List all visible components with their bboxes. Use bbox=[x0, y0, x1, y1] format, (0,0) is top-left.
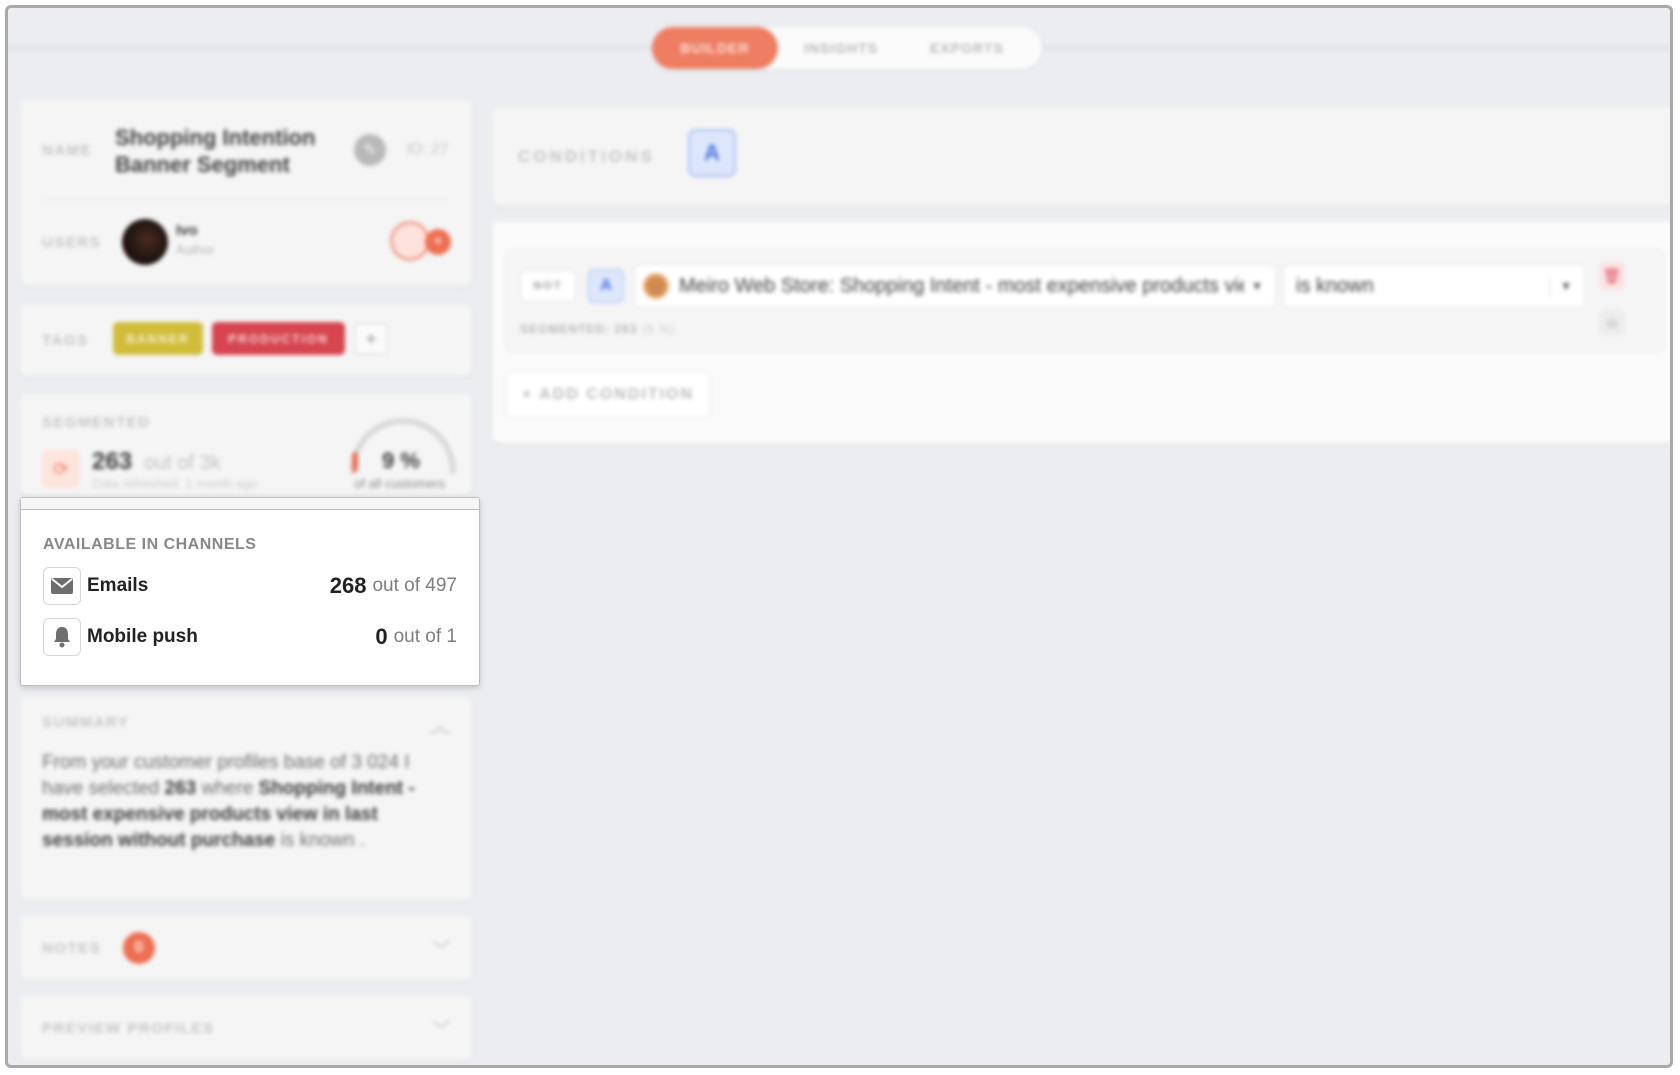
bell-icon bbox=[43, 618, 81, 656]
channel-row-emails: Emails 268 out of 497 bbox=[43, 566, 457, 606]
summary-label: SUMMARY bbox=[42, 714, 130, 731]
view-tabs: BUILDER INSIGHTS EXPORTS bbox=[652, 27, 1042, 69]
summary-count: 263 bbox=[164, 778, 197, 799]
tag-production[interactable]: PRODUCTION bbox=[212, 322, 345, 355]
select-separator bbox=[1549, 275, 1550, 299]
segment-name: Shopping Intention Banner Segment bbox=[115, 125, 316, 177]
condition-segmented-info: SEGMENTED: 263 (9 %) bbox=[520, 322, 676, 336]
preview-profiles-card[interactable]: PREVIEW PROFILES ﹀ bbox=[20, 996, 472, 1060]
add-user-icon[interactable]: + bbox=[425, 229, 451, 255]
operator-select-value: is known bbox=[1296, 274, 1374, 297]
chevron-up-icon[interactable]: ︿ bbox=[430, 710, 450, 739]
channel-value: 268 bbox=[329, 573, 367, 598]
notes-card[interactable]: NOTES 0 ﹀ bbox=[20, 916, 472, 980]
chevron-down-icon[interactable]: ﹀ bbox=[432, 936, 450, 962]
data-refreshed-text: Data refreshed: 1 month ago bbox=[92, 476, 258, 491]
trash-icon[interactable]: 🗑 bbox=[1599, 262, 1625, 290]
caret-down-icon[interactable]: ▼ bbox=[1560, 279, 1572, 293]
segment-id: ID: 27 bbox=[406, 141, 449, 158]
data-source-icon bbox=[643, 273, 669, 299]
copy-icon[interactable]: ⧉ bbox=[1599, 310, 1625, 336]
attribute-select[interactable]: Meiro Web Store: Shopping Intent - most … bbox=[634, 264, 1276, 308]
avatar[interactable] bbox=[122, 219, 168, 265]
percent-value: 9 % bbox=[382, 448, 420, 473]
name-label: NAME bbox=[42, 142, 93, 159]
card-top-strip bbox=[21, 498, 479, 510]
notes-label: NOTES bbox=[42, 940, 102, 957]
user-role: Author bbox=[176, 242, 215, 257]
tab-builder[interactable]: BUILDER bbox=[652, 27, 778, 69]
percent-caption: of all customers bbox=[354, 476, 446, 491]
tab-exports[interactable]: EXPORTS bbox=[904, 27, 1030, 69]
users-label: USERS bbox=[42, 234, 102, 251]
condition-group-label[interactable]: A bbox=[588, 269, 624, 303]
tab-insights[interactable]: INSIGHTS bbox=[778, 27, 904, 69]
tags-label: TAGS bbox=[42, 332, 89, 349]
available-channels-card: AVAILABLE IN CHANNELS Emails 268 out of … bbox=[20, 497, 480, 686]
segmented-label: SEGMENTED bbox=[42, 414, 151, 431]
channel-value: 0 bbox=[375, 624, 388, 649]
refresh-icon[interactable]: ⟳ bbox=[42, 450, 80, 488]
condition-row: NOT A Meiro Web Store: Shopping Intent -… bbox=[505, 249, 1665, 353]
condition-group-a-button[interactable]: A bbox=[688, 129, 736, 177]
summary-card: SUMMARY ︿ From your customer profiles ba… bbox=[20, 696, 472, 900]
segmented-count: 263 bbox=[92, 448, 133, 475]
edit-icon[interactable]: ✎ bbox=[354, 134, 386, 166]
channel-name: Mobile push bbox=[87, 626, 198, 647]
caret-down-icon[interactable]: ▼ bbox=[1251, 279, 1263, 293]
tags-card: TAGS BANNER PRODUCTION + bbox=[20, 304, 472, 376]
channel-name: Emails bbox=[87, 575, 149, 596]
preview-profiles-label: PREVIEW PROFILES bbox=[42, 1020, 215, 1037]
conditions-header: CONDITIONS A bbox=[492, 107, 1670, 205]
summary-text: From your customer profiles base of 3 02… bbox=[42, 752, 415, 851]
add-tag-button[interactable]: + bbox=[354, 323, 388, 355]
operator-select[interactable]: is known ▼ bbox=[1283, 264, 1585, 308]
channels-title: AVAILABLE IN CHANNELS bbox=[43, 536, 257, 553]
segmented-card: SEGMENTED ⟳ 263 out of 3k Data refreshed… bbox=[20, 394, 472, 494]
user-name: Ivo bbox=[176, 222, 198, 239]
add-condition-button[interactable]: + ADD CONDITION bbox=[505, 372, 711, 418]
tag-banner[interactable]: BANNER bbox=[113, 322, 203, 355]
segment-info-card: NAME Shopping Intention Banner Segment ✎… bbox=[20, 100, 472, 285]
notes-count-badge: 0 bbox=[123, 932, 155, 964]
channel-row-mobile-push: Mobile push 0 out of 1 bbox=[43, 617, 457, 657]
segmented-out-of: out of 3k bbox=[144, 452, 221, 474]
share-segment-icon[interactable] bbox=[390, 221, 430, 261]
channel-out-of: out of 497 bbox=[372, 575, 457, 596]
conditions-label: CONDITIONS bbox=[518, 147, 655, 166]
not-toggle-button[interactable]: NOT bbox=[520, 270, 576, 302]
chevron-down-icon[interactable]: ﹀ bbox=[432, 1016, 450, 1042]
divider bbox=[42, 199, 450, 200]
attribute-select-value: Meiro Web Store: Shopping Intent - most … bbox=[679, 274, 1244, 297]
envelope-icon bbox=[43, 567, 81, 605]
conditions-body: NOT A Meiro Web Store: Shopping Intent -… bbox=[492, 221, 1670, 443]
app-window: BUILDER INSIGHTS EXPORTS NAME Shopping I… bbox=[5, 5, 1673, 1068]
percent-gauge-fill bbox=[352, 452, 358, 472]
channel-out-of: out of 1 bbox=[393, 626, 457, 647]
